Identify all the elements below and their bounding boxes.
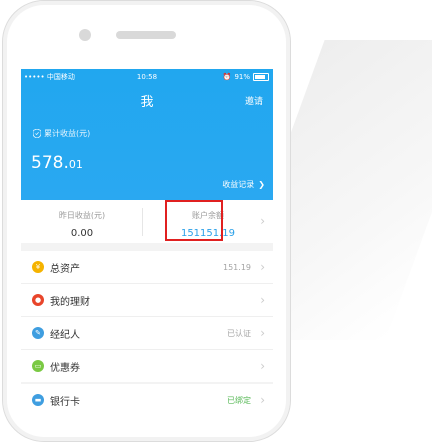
- gold-coin-icon: ¥: [32, 261, 44, 273]
- menu-item-label: 我的理财: [50, 296, 90, 308]
- menu-item-value: 151.19: [223, 262, 251, 272]
- phone-screen: ••••• 中国移动 10:58 ⏰ 91% 我 邀请 累计收益(元) 578.…: [21, 69, 273, 412]
- balance-divider: [142, 208, 143, 236]
- cumulative-label: 累计收益(元): [44, 129, 91, 138]
- menu-item-bank-card[interactable]: ▬ 银行卡 已绑定 ›: [21, 384, 273, 412]
- chevron-right-icon: ›: [260, 214, 265, 228]
- camera-dot: [79, 29, 91, 41]
- cumulative-value: 578.01: [31, 153, 83, 173]
- shield-icon: [33, 129, 41, 138]
- battery-icon: [253, 73, 269, 81]
- menu-item-my-finance[interactable]: ● 我的理财 ›: [21, 284, 273, 317]
- menu-item-label: 银行卡: [50, 396, 80, 408]
- chevron-right-icon: ›: [260, 260, 265, 274]
- bank-card-icon: ▬: [32, 394, 44, 406]
- menu-item-label: 总资产: [50, 263, 80, 275]
- money-bag-icon: ●: [32, 294, 44, 306]
- menu-item-value: 已绑定: [227, 395, 251, 405]
- page-title: 我: [140, 95, 154, 110]
- chevron-right-icon: ›: [260, 393, 265, 407]
- menu-item-value: 已认证: [227, 328, 251, 338]
- chevron-right-icon: ›: [260, 359, 265, 373]
- chevron-right-icon: ›: [260, 293, 265, 307]
- profile-header: ••••• 中国移动 10:58 ⏰ 91% 我 邀请 累计收益(元) 578.…: [21, 69, 273, 200]
- menu-item-label: 经纪人: [50, 329, 80, 341]
- income-record-link[interactable]: 收益记录 ❯: [222, 179, 265, 190]
- cumulative-label-row: 累计收益(元): [33, 128, 90, 139]
- cumulative-dec: 01: [68, 158, 83, 171]
- phone-frame: ••••• 中国移动 10:58 ⏰ 91% 我 邀请 累计收益(元) 578.…: [2, 0, 291, 442]
- invite-button[interactable]: 邀请: [245, 94, 263, 107]
- menu-item-coupon[interactable]: ▭ 优惠券 ›: [21, 350, 273, 382]
- cumulative-int: 578.: [31, 153, 69, 173]
- broker-icon: ✎: [32, 327, 44, 339]
- bank-list: ▬ 银行卡 已绑定 ›: [21, 384, 273, 412]
- menu-item-total-assets[interactable]: ¥ 总资产 151.19 ›: [21, 251, 273, 284]
- yesterday-income: 昨日收益(元) 0.00: [27, 200, 137, 243]
- speaker-slot: [116, 31, 176, 39]
- highlight-box: [165, 200, 223, 241]
- menu-list: ¥ 总资产 151.19 › ● 我的理财 › ✎ 经纪人 已认证 › ▭ 优惠…: [21, 251, 273, 382]
- battery-percent: 91%: [234, 73, 250, 81]
- menu-item-label: 优惠券: [50, 362, 80, 374]
- coupon-icon: ▭: [32, 360, 44, 372]
- status-right: ⏰ 91%: [223, 71, 269, 83]
- balance-summary: 昨日收益(元) 0.00 账户余额 151151.19 ›: [21, 200, 273, 243]
- alarm-icon: ⏰: [222, 73, 232, 81]
- chevron-right-icon: ›: [260, 326, 265, 340]
- status-bar: ••••• 中国移动 10:58 ⏰ 91%: [21, 71, 273, 83]
- menu-item-broker[interactable]: ✎ 经纪人 已认证 ›: [21, 317, 273, 350]
- double-chevron-right-icon: ❯: [258, 180, 265, 189]
- yesterday-income-label: 昨日收益(元): [58, 211, 106, 220]
- yesterday-income-value: 0.00: [70, 228, 94, 239]
- income-record-label: 收益记录: [222, 180, 255, 189]
